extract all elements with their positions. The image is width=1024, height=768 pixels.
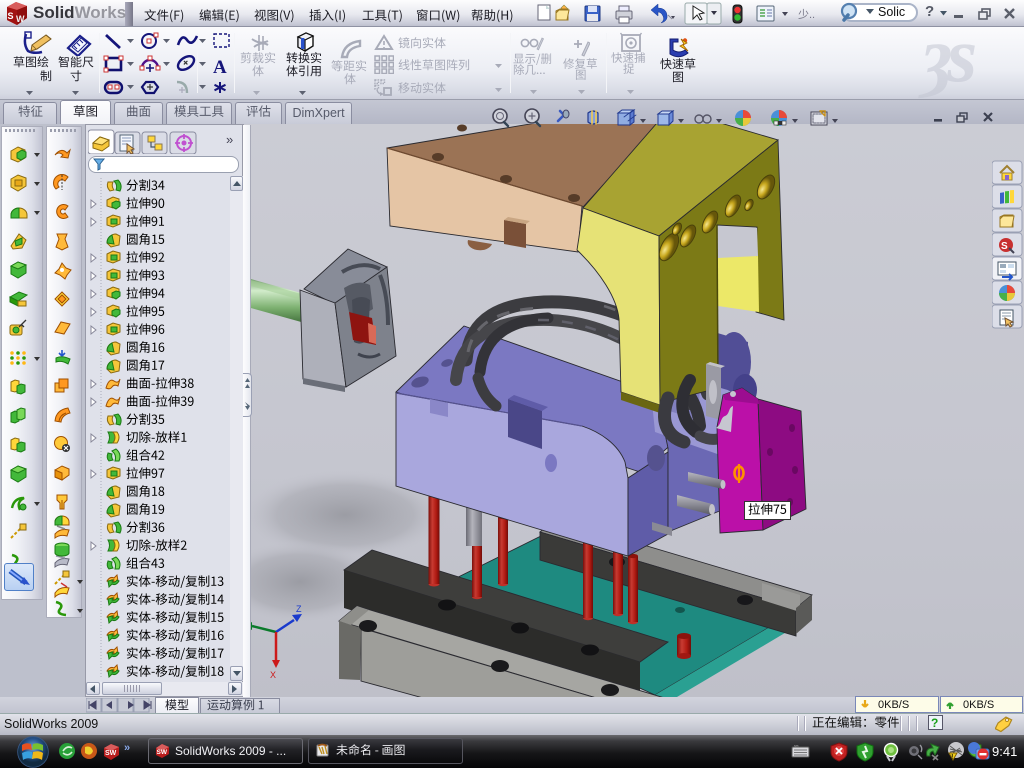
- svg-text:!: !: [951, 755, 953, 761]
- svg-text:SW: SW: [157, 749, 168, 756]
- svg-text:SW: SW: [105, 750, 117, 757]
- svg-text:»: »: [226, 132, 233, 147]
- svg-text:S: S: [1001, 241, 1008, 252]
- svg-text:xxx: xxx: [794, 744, 799, 748]
- svg-text:X: X: [270, 670, 276, 680]
- svg-text:少..: 少..: [798, 8, 815, 21]
- svg-text:A: A: [213, 57, 227, 78]
- svg-text:Z: Z: [296, 604, 302, 614]
- svg-text:»: »: [124, 742, 130, 754]
